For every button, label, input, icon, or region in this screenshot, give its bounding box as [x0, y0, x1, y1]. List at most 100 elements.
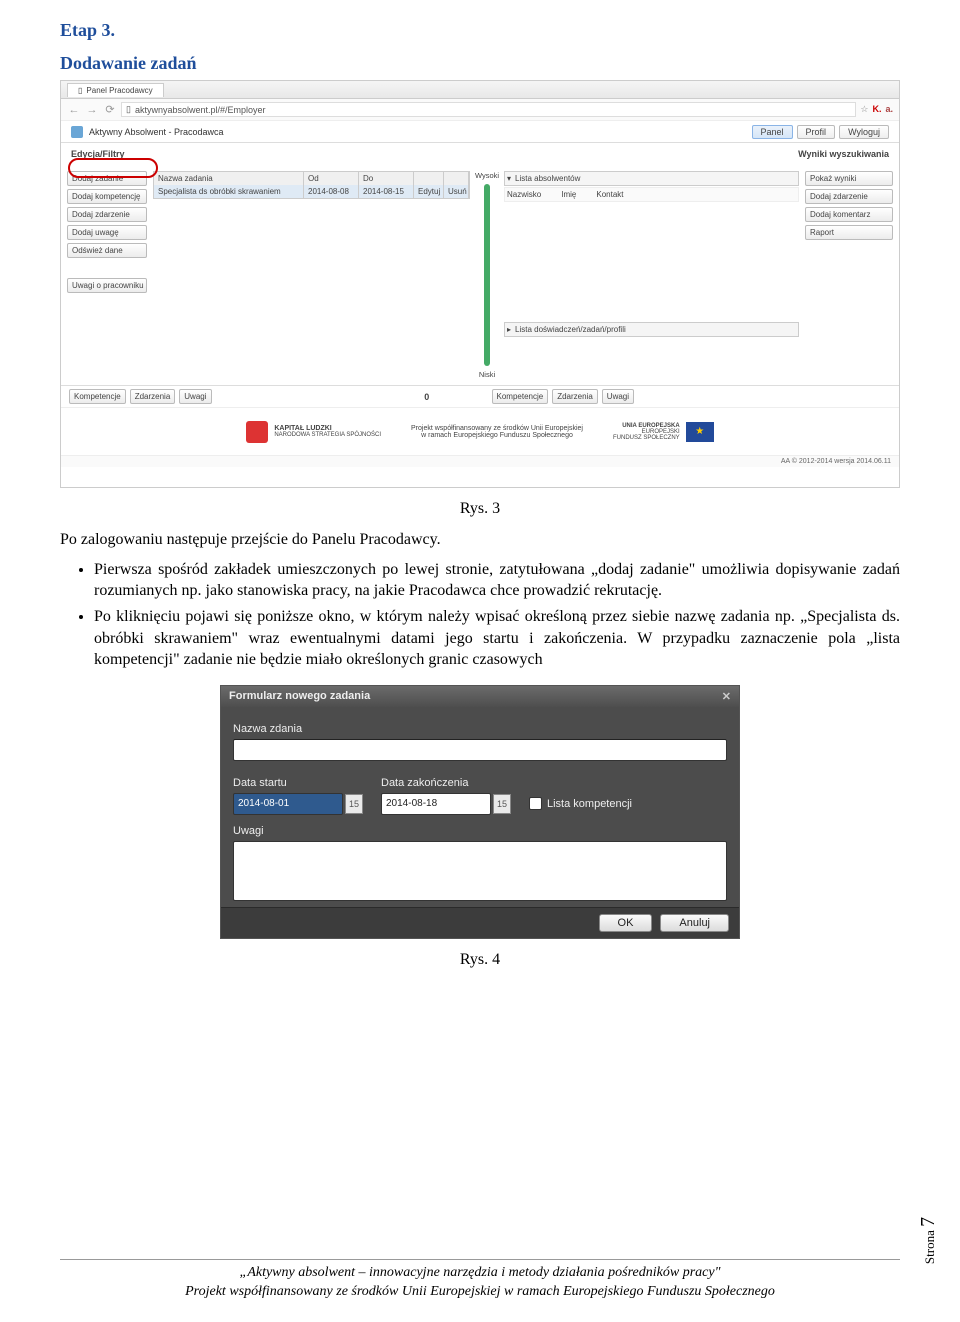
- forward-icon[interactable]: →: [85, 103, 99, 117]
- results-column: ▾ Lista absolwentów Nazwisko Imię Kontak…: [504, 171, 799, 379]
- figure-caption-4: Rys. 4: [60, 951, 900, 969]
- anuluj-button[interactable]: Anuluj: [660, 914, 729, 932]
- bullet-2: Po kliknięciu pojawi się poniższe okno, …: [94, 606, 900, 671]
- edytuj-button[interactable]: Edytuj: [414, 185, 444, 198]
- priority-slider[interactable]: Wysoki Niski: [476, 171, 498, 379]
- th-od: Od: [304, 172, 359, 185]
- sponsor-mid: Projekt współfinansowany ze środków Unii…: [411, 425, 583, 439]
- close-icon[interactable]: ✕: [722, 690, 731, 703]
- col-imie: Imię: [561, 190, 576, 199]
- nav-panel-button[interactable]: Panel: [752, 125, 793, 139]
- star-icon[interactable]: ☆: [860, 104, 868, 115]
- sponsor-left-sub: NARODOWA STRATEGIA SPÓJNOŚCI: [274, 432, 381, 438]
- ok-button[interactable]: OK: [599, 914, 653, 932]
- figure-caption-3: Rys. 3: [60, 500, 900, 518]
- label-start: Data startu: [233, 777, 363, 789]
- col-kontakt: Kontakt: [596, 190, 623, 199]
- dialog-title: Formularz nowego zadania: [229, 690, 370, 702]
- dodaj-zadanie-button[interactable]: Dodaj zadanie: [67, 171, 147, 186]
- chevron-right-icon: ▸: [507, 325, 511, 334]
- list-absolwentow-label: Lista absolwentów: [515, 174, 580, 183]
- td-od: 2014-08-08: [304, 185, 359, 198]
- chevron-down-icon: ▾: [507, 174, 511, 183]
- ext-k-icon[interactable]: K.: [872, 104, 881, 115]
- list-absolwentow-header[interactable]: ▾ Lista absolwentów: [504, 171, 799, 186]
- app-footer-bar: AA © 2012-2014 wersja 2014.06.11: [61, 455, 899, 467]
- browser-tab[interactable]: ▯ Panel Pracodawcy: [67, 83, 164, 97]
- sponsor-right-l3: FUNDUSZ SPOŁECZNY: [613, 435, 680, 441]
- page-icon: ▯: [78, 86, 82, 95]
- list-doswiadczen-header[interactable]: ▸ Lista doświadczeń/zadań/profili: [504, 322, 799, 337]
- sponsor-row: KAPITAŁ LUDZKI NARODOWA STRATEGIA SPÓJNO…: [61, 407, 899, 455]
- back-icon[interactable]: ←: [67, 103, 81, 117]
- sponsor-mid-l1: Projekt współfinansowany ze środków Unii…: [411, 425, 583, 432]
- dodaj-komentarz-button[interactable]: Dodaj komentarz: [805, 207, 893, 222]
- bottom-tabs-left: Kompetencje Zdarzenia Uwagi: [69, 389, 212, 404]
- slider-track[interactable]: [484, 184, 490, 366]
- col-left-title: Edycja/Filtry: [71, 149, 709, 159]
- nav-profil-button[interactable]: Profil: [797, 125, 836, 139]
- page-number-side: Strona 7: [895, 1229, 942, 1252]
- bullet-1: Pierwsza spośród zakładek umieszczonych …: [94, 559, 900, 602]
- ext-a-icon[interactable]: a.: [885, 104, 893, 115]
- tab-zdarzenia-r[interactable]: Zdarzenia: [552, 389, 598, 404]
- tab-uwagi-l[interactable]: Uwagi: [179, 389, 211, 404]
- nazwa-input[interactable]: [233, 739, 727, 761]
- checkbox-icon[interactable]: [529, 797, 542, 810]
- date-end-input[interactable]: 2014-08-18: [381, 793, 491, 815]
- dialog-titlebar: Formularz nowego zadania ✕: [221, 686, 739, 707]
- app-brand: Aktywny Absolwent - Pracodawca: [71, 126, 224, 138]
- th-do: Do: [359, 172, 414, 185]
- intro-text: Po zalogowaniu następuje przejście do Pa…: [60, 530, 900, 551]
- sponsor-right-l1: UNIA EUROPEJSKA: [613, 423, 680, 429]
- step-heading: Etap 3.: [60, 20, 900, 41]
- th-blank2: [444, 172, 469, 185]
- reload-icon[interactable]: ⟳: [103, 103, 117, 117]
- tab-kompetencje-l[interactable]: Kompetencje: [69, 389, 126, 404]
- task-row[interactable]: Specjalista ds obróbki skrawaniem 2014-0…: [154, 185, 469, 198]
- list-absolwentow-cols: Nazwisko Imię Kontakt: [504, 187, 799, 202]
- usun-button[interactable]: Usuń: [444, 185, 469, 198]
- kapital-ludzki-icon: [246, 421, 268, 443]
- calendar-icon[interactable]: 15: [345, 794, 363, 814]
- tab-uwagi-r[interactable]: Uwagi: [602, 389, 634, 404]
- tab-zdarzenia-l[interactable]: Zdarzenia: [130, 389, 176, 404]
- sponsor-right: UNIA EUROPEJSKA EUROPEJSKI FUNDUSZ SPOŁE…: [613, 422, 714, 442]
- bullet-list: Pierwsza spośród zakładek umieszczonych …: [60, 559, 900, 671]
- page-icon: ▯: [126, 104, 131, 115]
- spacer: [67, 261, 147, 275]
- zero-count: 0: [424, 392, 429, 402]
- left-button-column: Dodaj zadanie Dodaj kompetencję Dodaj zd…: [67, 171, 147, 379]
- dodaj-zdarzenie-button[interactable]: Dodaj zdarzenie: [67, 207, 147, 222]
- app-body: Dodaj zadanie Dodaj kompetencję Dodaj zd…: [61, 165, 899, 385]
- date-end-col: Data zakończenia 2014-08-18 15: [381, 771, 511, 815]
- odswiez-dane-button[interactable]: Odśwież dane: [67, 243, 147, 258]
- dialog-button-bar: OK Anuluj: [221, 907, 739, 938]
- url-bar[interactable]: ▯ aktywnyabsolwent.pl/#/Employer: [121, 102, 856, 117]
- uwagi-textarea[interactable]: [233, 841, 727, 901]
- page-footer: „Aktywny absolwent – innowacyjne narzędz…: [60, 1259, 900, 1302]
- raport-button[interactable]: Raport: [805, 225, 893, 240]
- dodaj-uwage-button[interactable]: Dodaj uwagę: [67, 225, 147, 240]
- tab-kompetencje-r[interactable]: Kompetencje: [492, 389, 549, 404]
- pokaz-wyniki-button[interactable]: Pokaż wyniki: [805, 171, 893, 186]
- td-do: 2014-08-15: [359, 185, 414, 198]
- sponsor-left: KAPITAŁ LUDZKI NARODOWA STRATEGIA SPÓJNO…: [246, 421, 381, 443]
- sponsor-left-title: KAPITAŁ LUDZKI: [274, 425, 381, 432]
- browser-toolbar: ← → ⟳ ▯ aktywnyabsolwent.pl/#/Employer ☆…: [61, 99, 899, 121]
- app-header: Aktywny Absolwent - Pracodawca Panel Pro…: [61, 121, 899, 143]
- url-text: aktywnyabsolwent.pl/#/Employer: [135, 105, 266, 115]
- dodaj-kompetencje-button[interactable]: Dodaj kompetencję: [67, 189, 147, 204]
- browser-tab-label: Panel Pracodawcy: [86, 86, 152, 95]
- uwagi-o-pracowniku-button[interactable]: Uwagi o pracowniku: [67, 278, 147, 293]
- date-start-input[interactable]: 2014-08-01: [233, 793, 343, 815]
- list-body: [504, 202, 799, 322]
- lista-kompetencji-checkbox[interactable]: Lista kompetencji: [529, 793, 632, 815]
- page-side-label: Strona: [922, 1230, 937, 1264]
- nav-wyloguj-button[interactable]: Wyloguj: [839, 125, 889, 139]
- dodaj-zdarzenie-r-button[interactable]: Dodaj zdarzenie: [805, 189, 893, 204]
- sponsor-mid-l2: w ramach Europejskiego Funduszu Społeczn…: [411, 432, 583, 439]
- calendar-icon[interactable]: 15: [493, 794, 511, 814]
- col-right-title: Wyniki wyszukiwania: [709, 149, 889, 159]
- footer-line-2: Projekt współfinansowany ze środków Unii…: [60, 1283, 900, 1302]
